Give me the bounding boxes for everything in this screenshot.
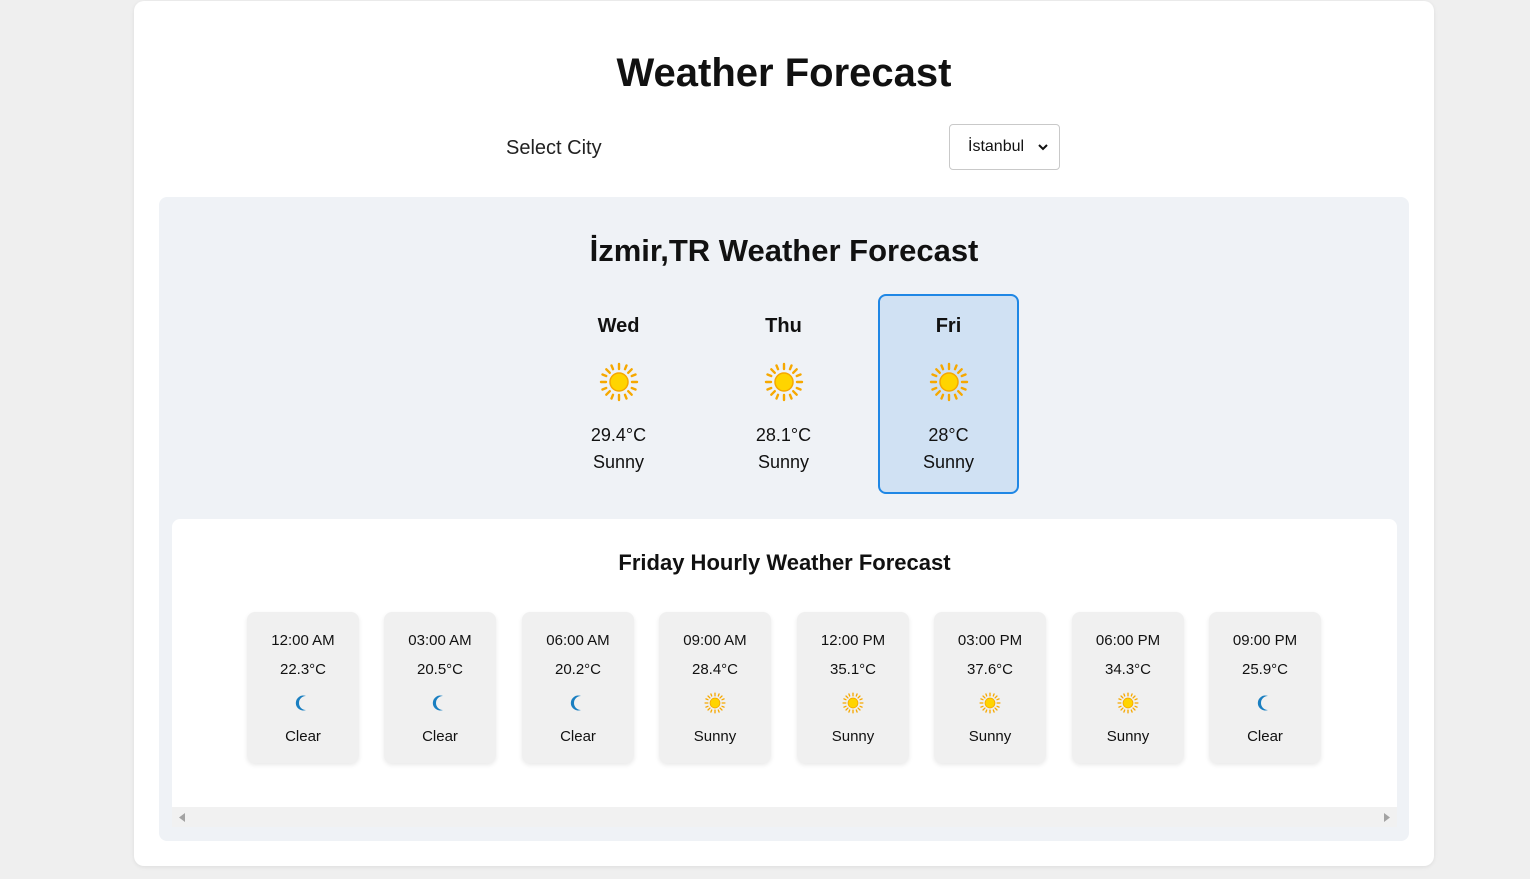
hour-time: 03:00 AM xyxy=(408,632,472,649)
hour-card: 03:00 AM 20.5°C Clear xyxy=(384,612,496,763)
moon-icon xyxy=(429,692,451,714)
day-name: Thu xyxy=(765,315,802,337)
hour-card: 12:00 PM 35.1°C Sunny xyxy=(797,612,909,763)
moon-icon xyxy=(1254,692,1276,714)
sun-icon xyxy=(764,362,804,402)
hourly-title: Friday Hourly Weather Forecast xyxy=(618,550,951,575)
hour-condition: Sunny xyxy=(831,728,875,745)
scroll-right-arrow-icon[interactable] xyxy=(1383,813,1391,822)
hour-time: 06:00 PM xyxy=(1095,632,1161,649)
city-select-label: Select City xyxy=(506,137,602,159)
hour-card: 06:00 PM 34.3°C Sunny xyxy=(1072,612,1184,763)
hour-condition: Clear xyxy=(560,728,596,745)
horizontal-scrollbar[interactable] xyxy=(172,807,1397,827)
hour-temp: 28.4°C xyxy=(691,661,739,678)
day-card-wed[interactable]: Wed 29.4°C Sunny xyxy=(548,294,689,494)
moon-icon xyxy=(292,692,314,714)
hour-card: 06:00 AM 20.2°C Clear xyxy=(522,612,634,763)
hour-condition: Clear xyxy=(1247,728,1283,745)
day-temp: 28°C xyxy=(928,425,969,445)
day-name: Wed xyxy=(597,315,640,337)
hour-time: 12:00 AM xyxy=(271,632,335,649)
hour-time: 09:00 PM xyxy=(1232,632,1298,649)
hour-time: 06:00 AM xyxy=(546,632,610,649)
scroll-left-arrow-icon[interactable] xyxy=(178,813,186,822)
day-temp: 29.4°C xyxy=(590,425,647,445)
hourly-forecast[interactable]: Friday Hourly Weather Forecast 12:00 AM … xyxy=(172,519,1397,807)
hour-temp: 20.5°C xyxy=(416,661,464,678)
sun-icon xyxy=(704,692,726,714)
hour-temp: 37.6°C xyxy=(966,661,1014,678)
hour-temp: 35.1°C xyxy=(829,661,877,678)
day-condition: Sunny xyxy=(922,452,975,472)
city-select[interactable]: İstanbul xyxy=(949,124,1060,170)
hour-card: 09:00 PM 25.9°C Clear xyxy=(1209,612,1321,763)
hour-temp: 22.3°C xyxy=(279,661,327,678)
weather-app-card: Weather Forecast Select City İstanbul İz… xyxy=(134,1,1434,866)
hour-time: 09:00 AM xyxy=(683,632,747,649)
day-card-thu[interactable]: Thu 28.1°C Sunny xyxy=(713,294,854,494)
hour-card: 09:00 AM 28.4°C Sunny xyxy=(659,612,771,763)
day-condition: Sunny xyxy=(592,452,645,472)
hour-condition: Clear xyxy=(422,728,458,745)
hour-condition: Sunny xyxy=(693,728,737,745)
day-card-fri[interactable]: Fri 28°C Sunny xyxy=(878,294,1019,494)
sun-icon xyxy=(842,692,864,714)
forecast-panel: İzmir,TR Weather Forecast Wed 29.4°C Sun… xyxy=(159,197,1409,841)
sun-icon xyxy=(979,692,1001,714)
hour-temp: 20.2°C xyxy=(554,661,602,678)
hour-temp: 34.3°C xyxy=(1104,661,1152,678)
forecast-title: İzmir,TR Weather Forecast xyxy=(589,233,979,268)
hour-condition: Clear xyxy=(285,728,321,745)
sun-icon xyxy=(1117,692,1139,714)
hour-time: 03:00 PM xyxy=(957,632,1023,649)
hour-card: 12:00 AM 22.3°C Clear xyxy=(247,612,359,763)
page-title: Weather Forecast xyxy=(616,51,952,95)
sun-icon xyxy=(599,362,639,402)
day-temp: 28.1°C xyxy=(755,425,812,445)
day-name: Fri xyxy=(935,315,962,337)
day-condition: Sunny xyxy=(757,452,810,472)
sun-icon xyxy=(929,362,969,402)
hour-temp: 25.9°C xyxy=(1241,661,1289,678)
chevron-down-icon xyxy=(1038,144,1048,151)
hour-time: 12:00 PM xyxy=(820,632,886,649)
city-select-value: İstanbul xyxy=(968,138,1025,155)
hour-condition: Sunny xyxy=(968,728,1012,745)
moon-icon xyxy=(567,692,589,714)
hour-condition: Sunny xyxy=(1106,728,1150,745)
hour-card: 03:00 PM 37.6°C Sunny xyxy=(934,612,1046,763)
